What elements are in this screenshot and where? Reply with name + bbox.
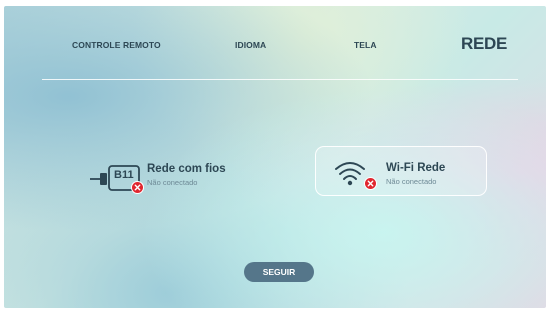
wifi-network-status: Não conectado [386, 177, 437, 186]
wired-network-option[interactable]: B11 Rede com fios Não conectado [84, 156, 264, 200]
setup-tabs: CONTROLE REMOTO IDIOMA TELA REDE [4, 6, 546, 66]
tabs-divider [42, 79, 518, 80]
tab-tela[interactable]: TELA [354, 40, 377, 50]
port-label: B11 [114, 169, 134, 181]
error-badge-icon [364, 177, 377, 190]
wired-network-title: Rede com fios [147, 163, 226, 175]
tab-controle-remoto[interactable]: CONTROLE REMOTO [72, 40, 161, 50]
next-button[interactable]: SEGUIR [244, 262, 314, 282]
wifi-icon [330, 156, 377, 190]
wifi-network-title: Wi-Fi Rede [386, 162, 446, 174]
wired-network-status: Não conectado [147, 178, 198, 187]
tab-idioma[interactable]: IDIOMA [235, 40, 266, 50]
error-badge-icon [131, 181, 144, 194]
ethernet-port-icon: B11 [90, 160, 146, 194]
wifi-network-option[interactable]: Wi-Fi Rede Não conectado [315, 146, 487, 196]
setup-screen: CONTROLE REMOTO IDIOMA TELA REDE B11 Red… [4, 6, 546, 308]
tab-rede[interactable]: REDE [461, 34, 507, 54]
